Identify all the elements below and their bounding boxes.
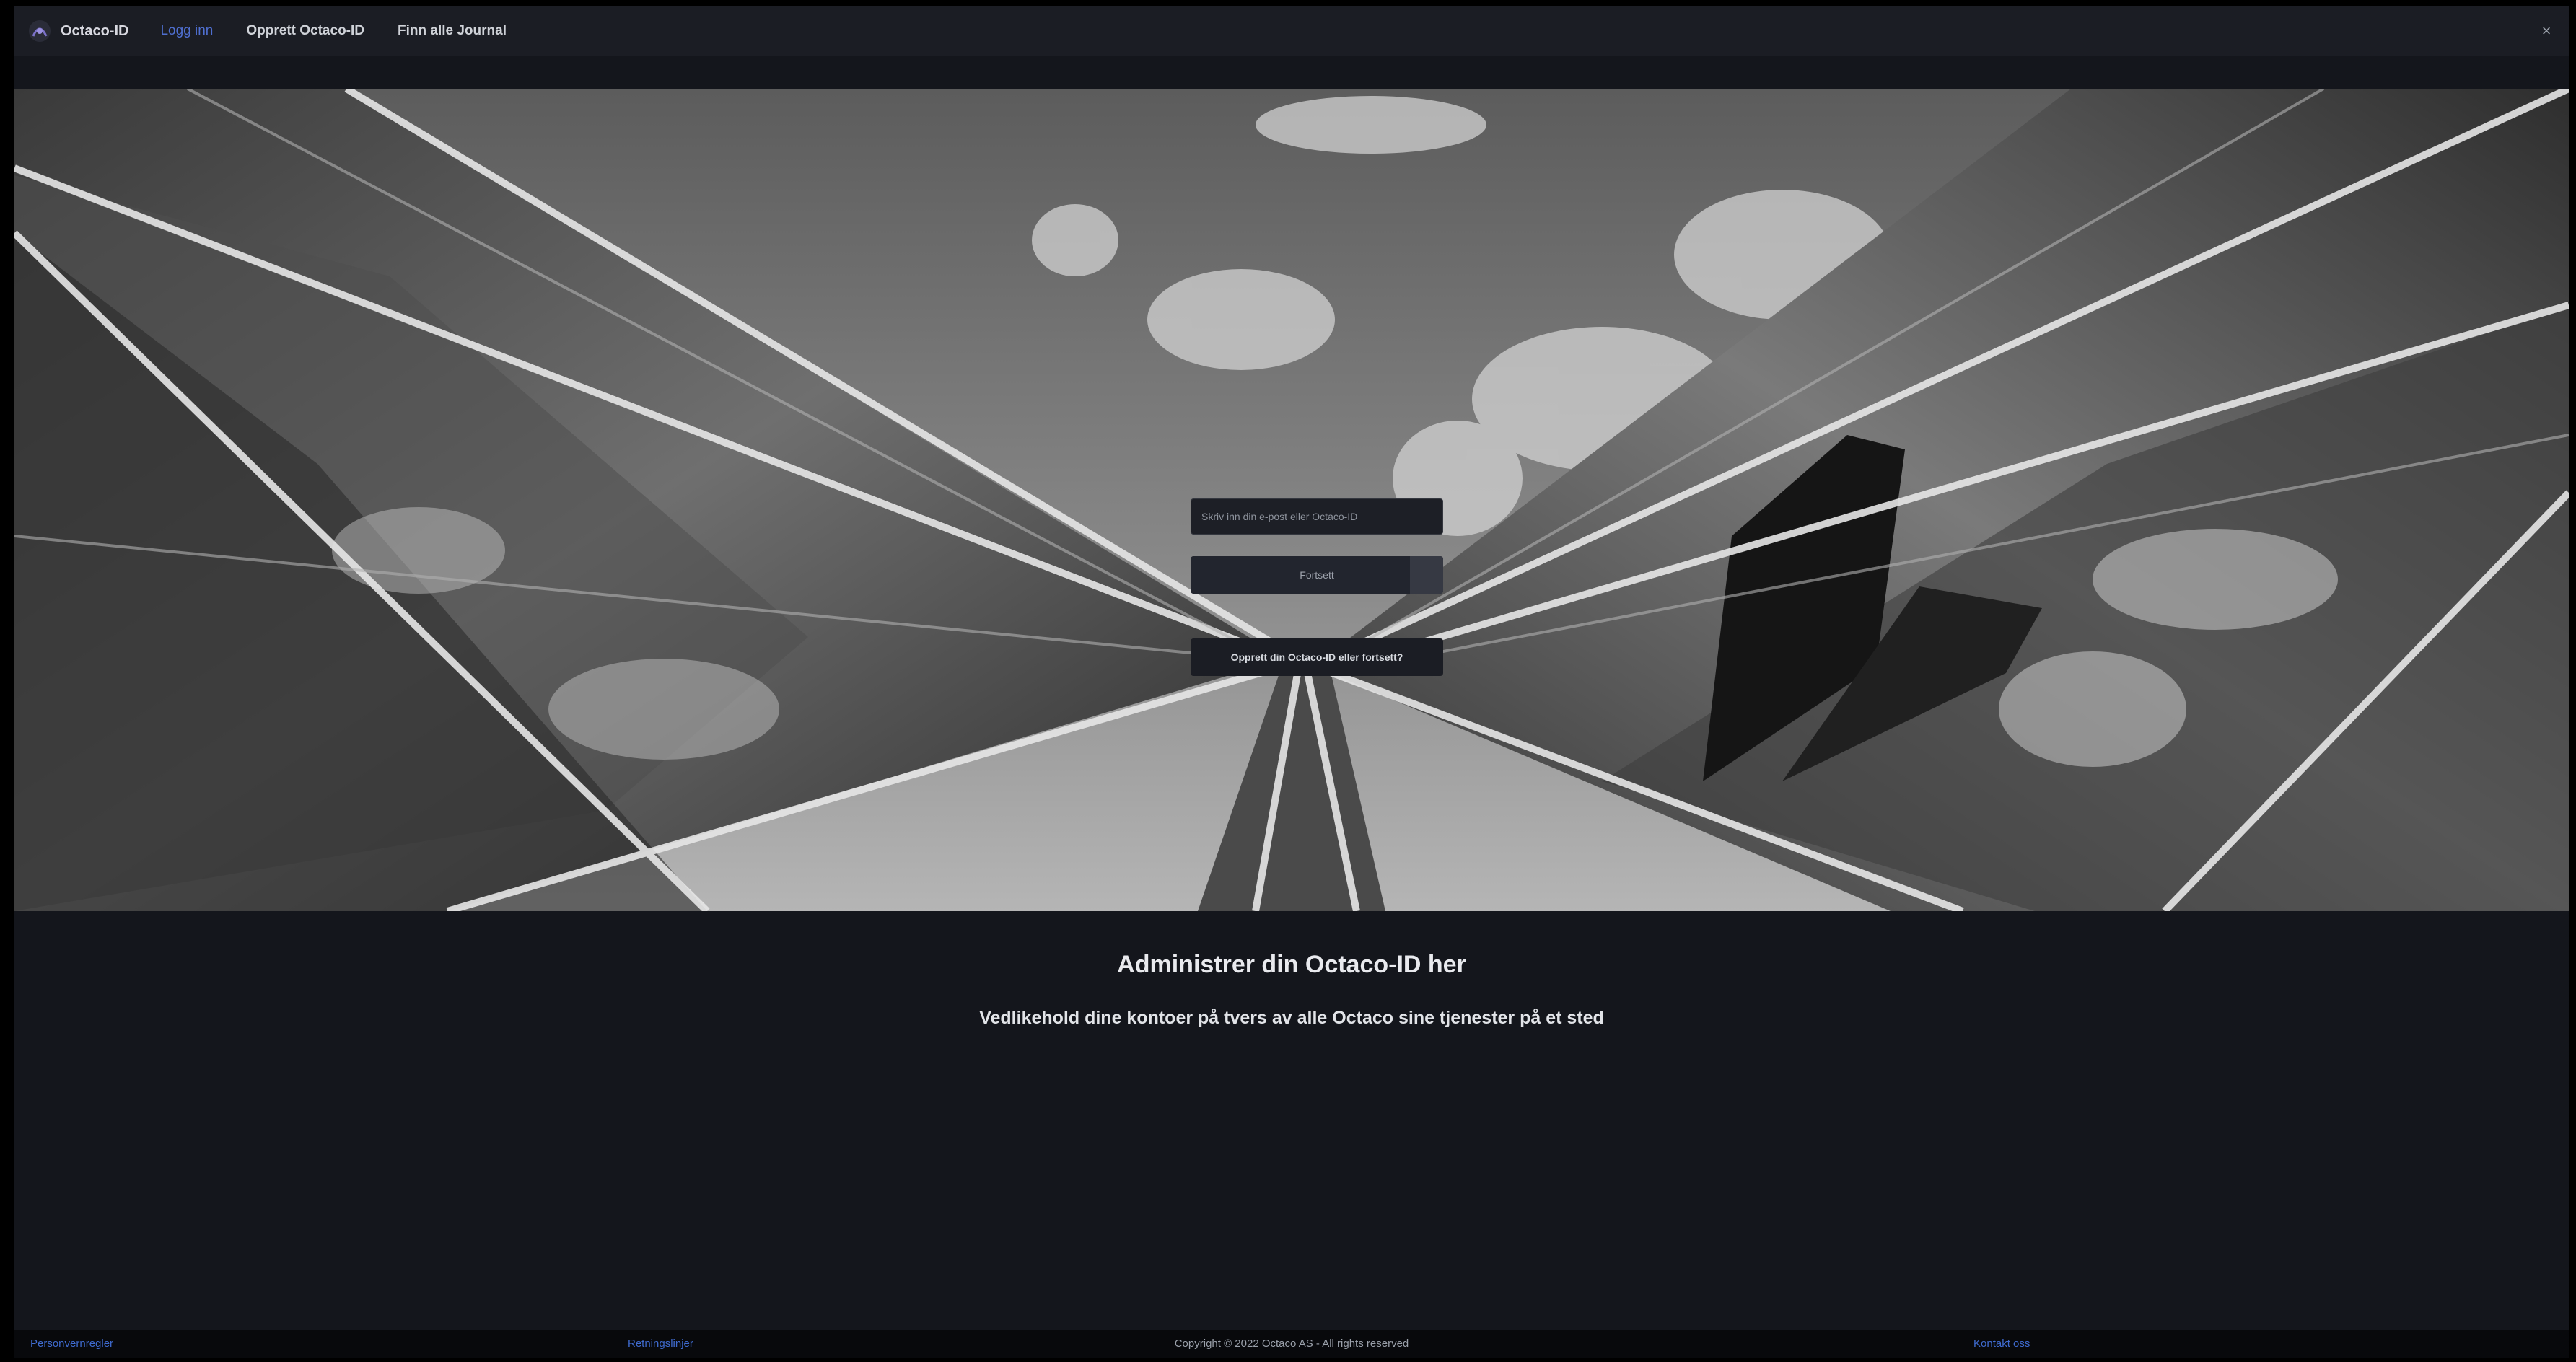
footer-copyright: Copyright © 2022 Octaco AS - All rights … [1174,1337,1409,1350]
nav-link-login[interactable]: Logg inn [160,23,213,39]
nav-link-create-id[interactable]: Opprett Octaco-ID [246,23,364,39]
close-icon[interactable]: × [2537,22,2556,40]
sub-navigation-bar [14,56,2569,89]
info-title: Administrer din Octaco-ID her [1117,951,1466,978]
create-id-button[interactable]: Opprett din Octaco-ID eller fortsett? [1191,638,1443,676]
brand-logo[interactable]: Octaco-ID [27,19,128,43]
continue-button[interactable]: Fortsett [1191,556,1443,594]
brand-name: Octaco-ID [61,22,129,39]
footer: Personvernregler Retningslinjer Copyrigh… [14,1330,2569,1358]
create-id-button-label: Opprett din Octaco-ID eller fortsett? [1230,651,1403,663]
top-navigation: Octaco-ID Logg inn Opprett Octaco-ID Fin… [14,6,2569,56]
footer-contact-link[interactable]: Kontakt oss [1973,1337,2030,1350]
continue-button-label: Fortsett [1300,569,1334,581]
identity-input-placeholder: Skriv inn din e-post eller Octaco-ID [1201,511,1358,522]
hero-banner: Skriv inn din e-post eller Octaco-ID For… [14,89,2569,911]
continue-button-arrow [1410,556,1443,594]
identity-input[interactable]: Skriv inn din e-post eller Octaco-ID [1191,498,1443,535]
info-section: Administrer din Octaco-ID her Vedlikehol… [14,911,2569,1330]
nav-link-find-journal[interactable]: Finn alle Journal [398,23,507,39]
octaco-logo-icon [29,20,51,42]
info-subtitle: Vedlikehold dine kontoer på tvers av all… [979,1008,1604,1028]
